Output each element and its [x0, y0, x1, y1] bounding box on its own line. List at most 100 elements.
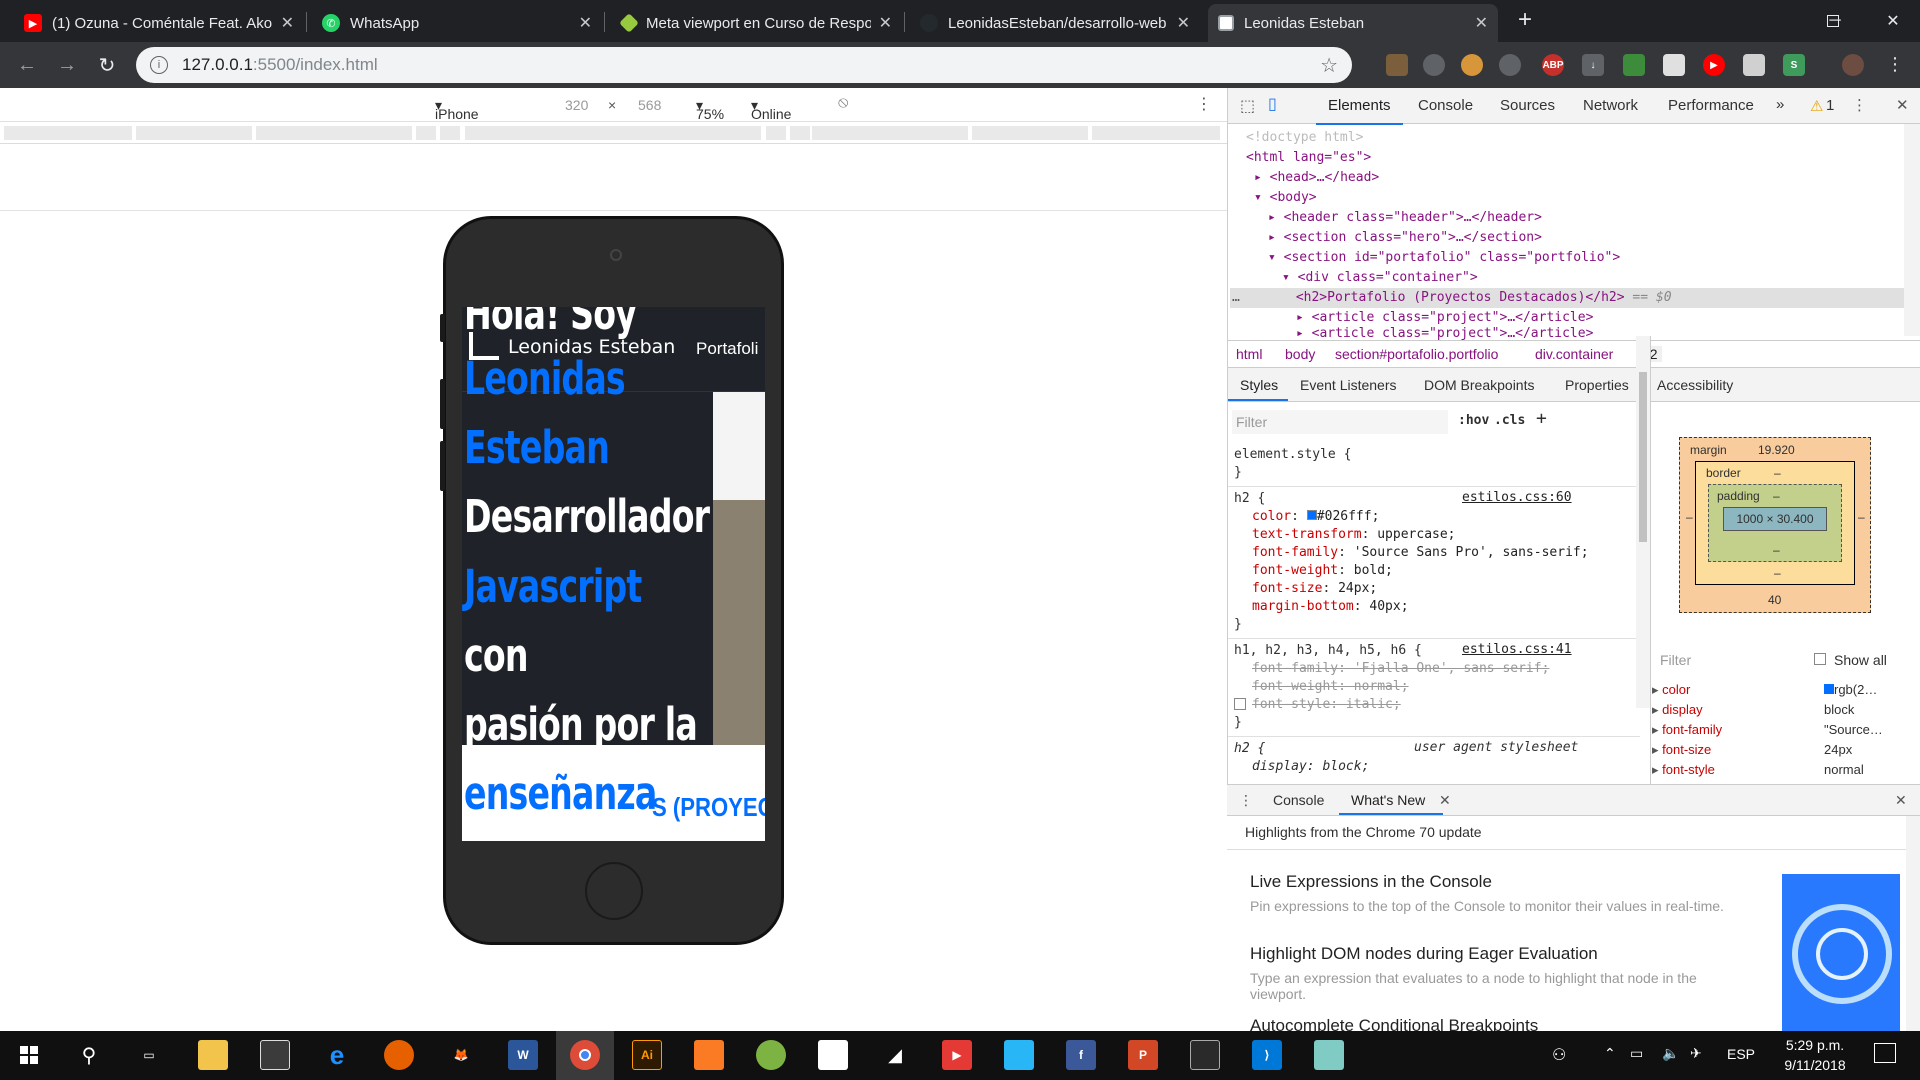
- color-swatch[interactable]: [1306, 510, 1317, 520]
- adblock-icon[interactable]: ABP: [1542, 54, 1564, 76]
- app-icon[interactable]: [1314, 1040, 1344, 1070]
- media-query-segment[interactable]: [812, 126, 968, 140]
- height-input[interactable]: 568: [638, 97, 661, 113]
- close-icon[interactable]: ✕: [1177, 13, 1190, 33]
- media-query-segment[interactable]: [972, 126, 1088, 140]
- close-icon[interactable]: ✕: [579, 13, 592, 33]
- dom-node[interactable]: ▾ <div class="container">: [1282, 268, 1478, 288]
- padding-top-value[interactable]: –: [1773, 489, 1780, 503]
- tray-chevron-icon[interactable]: ⌃: [1604, 1045, 1616, 1062]
- style-declaration[interactable]: margin-bottom: 40px;: [1252, 598, 1409, 616]
- avatar[interactable]: [1842, 54, 1864, 76]
- media-query-bar[interactable]: [0, 122, 1227, 144]
- rotate-icon[interactable]: ⦸: [838, 94, 848, 112]
- rule-source-link[interactable]: estilos.css:60: [1462, 490, 1572, 505]
- rule-selector[interactable]: h2 {: [1234, 740, 1265, 758]
- dom-node-selected[interactable]: … <h2>Portafolio (Proyectos Destacados)</…: [1230, 288, 1906, 308]
- devtools-menu-icon[interactable]: ⋮: [1852, 96, 1867, 114]
- cls-toggle[interactable]: .cls: [1494, 413, 1525, 428]
- media-query-segment[interactable]: [256, 126, 412, 140]
- dom-node[interactable]: <!doctype html>: [1246, 128, 1363, 148]
- back-icon[interactable]: ←: [12, 50, 42, 80]
- nav-link-portafolio[interactable]: Portafoli: [696, 339, 758, 359]
- rule-selector[interactable]: h2 {: [1234, 490, 1265, 508]
- dom-node[interactable]: ▸ <section class="hero">…</section>: [1268, 228, 1542, 248]
- media-query-segment[interactable]: [465, 126, 761, 140]
- breadcrumb-item[interactable]: html: [1236, 346, 1262, 362]
- windows-start-icon[interactable]: [14, 1040, 44, 1070]
- computed-row[interactable]: ▸ display block: [1652, 702, 1892, 720]
- drawer-scrollbar[interactable]: [1906, 816, 1920, 1031]
- dom-node[interactable]: <html lang="es">: [1246, 148, 1371, 168]
- close-icon[interactable]: ✕: [1475, 13, 1488, 33]
- extension-gray-icon[interactable]: [1743, 54, 1765, 76]
- cookie-icon[interactable]: [1461, 54, 1483, 76]
- styles-scrollbar[interactable]: [1636, 336, 1650, 708]
- network-select[interactable]: Online ▾: [751, 97, 791, 122]
- show-all-checkbox[interactable]: [1814, 653, 1826, 665]
- drawer-menu-icon[interactable]: ⋮: [1239, 792, 1253, 809]
- facebook-icon[interactable]: f: [1066, 1040, 1096, 1070]
- margin-top-value[interactable]: 19.920: [1758, 443, 1795, 457]
- tag-icon[interactable]: [1663, 54, 1685, 76]
- whats-new-item-title[interactable]: Autocomplete Conditional Breakpoints: [1250, 1016, 1538, 1031]
- menu-dots-icon[interactable]: ⋮: [1886, 54, 1904, 75]
- dom-node[interactable]: ▸ <header class="header">…</header>: [1268, 208, 1542, 228]
- tab-github[interactable]: LeonidasEsteban/desarrollo-web ✕: [910, 4, 1200, 42]
- whats-new-item-title[interactable]: Live Expressions in the Console: [1250, 872, 1492, 892]
- tab-event-listeners[interactable]: Event Listeners: [1300, 377, 1397, 393]
- border-top-value[interactable]: –: [1774, 466, 1781, 480]
- style-declaration[interactable]: font-size: 24px;: [1252, 580, 1377, 598]
- box-model-content[interactable]: 1000 × 30.400: [1723, 507, 1827, 531]
- margin-left-value[interactable]: –: [1686, 510, 1693, 524]
- dom-node[interactable]: ▸ <head>…</head>: [1254, 168, 1379, 188]
- play-icon[interactable]: ▶: [1703, 54, 1725, 76]
- computed-row[interactable]: ▸ color rgb(2…: [1652, 682, 1892, 700]
- globe-icon[interactable]: [1423, 54, 1445, 76]
- file-explorer-icon[interactable]: [198, 1040, 228, 1070]
- firefox-icon[interactable]: [384, 1040, 414, 1070]
- extension-green-icon[interactable]: [1623, 54, 1645, 76]
- computed-row[interactable]: ▸ font-size 24px: [1652, 742, 1892, 760]
- bulb-icon[interactable]: [1499, 54, 1521, 76]
- overridden-declaration[interactable]: font-style: italic;: [1252, 696, 1401, 714]
- dom-node[interactable]: ▾ <section id="portafolio" class="portfo…: [1268, 248, 1620, 268]
- drawer-tab-whats-new[interactable]: What's New: [1351, 792, 1425, 808]
- whats-new-item-title[interactable]: Highlight DOM nodes during Eager Evaluat…: [1250, 944, 1598, 964]
- download-icon[interactable]: ↓: [1582, 54, 1604, 76]
- hov-toggle[interactable]: :hov: [1458, 413, 1489, 428]
- close-icon[interactable]: ✕: [281, 13, 294, 33]
- computed-row[interactable]: ▸ font-family "Source…: [1652, 722, 1892, 740]
- dom-scrollbar[interactable]: [1904, 124, 1920, 336]
- mail-icon[interactable]: [818, 1040, 848, 1070]
- tab-platzi[interactable]: Meta viewport en Curso de Responsive ✕: [612, 4, 902, 42]
- media-query-segment[interactable]: [4, 126, 132, 140]
- fox-app-icon[interactable]: 🦊: [446, 1040, 476, 1070]
- device-menu-dots-icon[interactable]: ⋮: [1196, 94, 1212, 114]
- network-icon[interactable]: ✈: [1690, 1045, 1702, 1062]
- media-query-segment[interactable]: [136, 126, 252, 140]
- zoom-select[interactable]: 75% ▾: [696, 97, 724, 122]
- vscode-icon[interactable]: ⟩: [1252, 1040, 1282, 1070]
- language-indicator[interactable]: ESP: [1727, 1046, 1755, 1062]
- more-tabs-icon[interactable]: »: [1776, 96, 1784, 113]
- edge-icon[interactable]: e: [322, 1040, 352, 1070]
- restore-icon[interactable]: [1808, 0, 1858, 42]
- play-store-icon[interactable]: ▶: [942, 1040, 972, 1070]
- extension-s-icon[interactable]: S: [1783, 54, 1805, 76]
- tab-leonidas[interactable]: Leonidas Esteban ✕: [1208, 4, 1498, 42]
- device-select[interactable]: iPhone 5/SE ▾: [435, 97, 479, 138]
- volume-icon[interactable]: 🔈: [1662, 1045, 1679, 1062]
- computed-filter-input[interactable]: Filter: [1660, 652, 1691, 668]
- devtools-close-icon[interactable]: ✕: [1896, 96, 1909, 114]
- store-icon[interactable]: [260, 1040, 290, 1070]
- word-icon[interactable]: W: [508, 1040, 538, 1070]
- inspect-icon[interactable]: ⬚: [1240, 96, 1255, 116]
- need-for-speed-icon[interactable]: ◢: [880, 1040, 910, 1070]
- style-declaration[interactable]: text-transform: uppercase;: [1252, 526, 1456, 544]
- close-window-icon[interactable]: ✕: [1868, 0, 1918, 42]
- add-rule-icon[interactable]: +: [1536, 408, 1547, 429]
- tab-sources[interactable]: Sources: [1500, 97, 1555, 114]
- extension-off-icon[interactable]: [1386, 54, 1408, 76]
- rule-selector[interactable]: h1, h2, h3, h4, h5, h6 {: [1234, 642, 1422, 660]
